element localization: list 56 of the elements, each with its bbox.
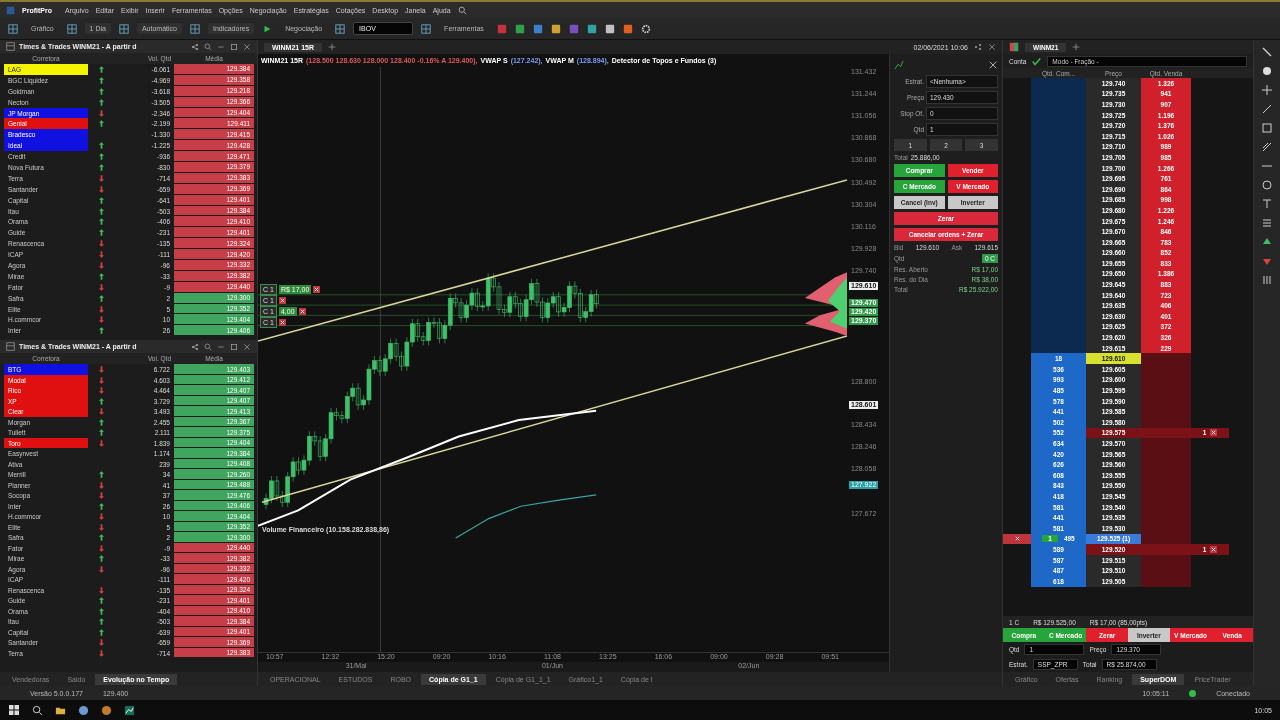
toolbar-square-icon[interactable] [586,23,597,34]
add-icon[interactable] [1072,43,1081,51]
close-icon[interactable] [1210,545,1218,553]
table-icon[interactable] [6,42,15,51]
close-icon[interactable] [278,297,286,304]
toolbar-square-icon[interactable] [604,23,615,34]
lines-icon[interactable] [1261,217,1273,229]
grid-icon[interactable] [335,23,346,34]
app-logo-icon [6,5,15,15]
ask-quantity-cell [1141,417,1191,428]
share-icon[interactable] [191,42,199,51]
ask-quantity-cell [1141,575,1191,587]
search-icon[interactable] [457,5,467,15]
add-icon[interactable] [328,43,336,51]
book-icon[interactable] [1009,42,1019,52]
ellipse-tool-icon[interactable] [1261,179,1273,191]
maximize-icon[interactable] [230,342,238,351]
share-icon[interactable] [191,342,199,351]
ask-quantity-cell [1141,533,1191,545]
grid-icon[interactable] [421,23,432,34]
line-tool-icon[interactable] [1261,46,1273,58]
grid-icon[interactable] [118,23,129,34]
circle-app-icon[interactable] [101,704,112,716]
maximize-icon[interactable] [230,42,238,51]
toolbar-square-icon[interactable] [622,23,633,34]
grid-icon[interactable] [66,23,77,34]
check-icon[interactable] [1032,56,1042,66]
channel-tool-icon[interactable] [1261,141,1273,153]
chart-app-icon[interactable] [124,704,135,716]
circle-tool-icon[interactable] [1261,65,1273,77]
close-icon[interactable] [313,286,321,293]
ask-quantity-cell [1141,353,1191,365]
ask-quantity-cell [1141,554,1191,566]
settings-icon[interactable] [640,23,651,34]
toolbar-square-icon[interactable] [532,23,543,34]
toolbar-square-icon[interactable] [550,23,561,34]
search-icon[interactable] [32,704,43,716]
globe-icon[interactable] [78,704,89,716]
windows-logo-icon[interactable] [8,704,20,716]
trend-line[interactable] [258,179,847,342]
text-tool-icon[interactable] [1261,198,1273,210]
volume-profile [804,272,847,336]
share-icon[interactable] [974,43,982,51]
close-icon[interactable] [278,319,286,326]
table-icon[interactable] [6,342,15,352]
ask-quantity-cell [1141,438,1191,449]
chart-icon[interactable] [894,60,904,70]
grid-icon[interactable] [189,23,200,34]
crosshair-icon[interactable] [1261,84,1273,96]
trend-line[interactable] [261,335,847,503]
rectangle-tool-icon[interactable] [1261,122,1273,134]
grid-icon[interactable] [8,23,18,34]
trendline-icon[interactable] [1261,103,1273,115]
close-icon[interactable] [1210,429,1218,437]
vertical-lines-icon[interactable] [1261,274,1273,286]
toolbar-square-icon[interactable] [514,23,525,34]
